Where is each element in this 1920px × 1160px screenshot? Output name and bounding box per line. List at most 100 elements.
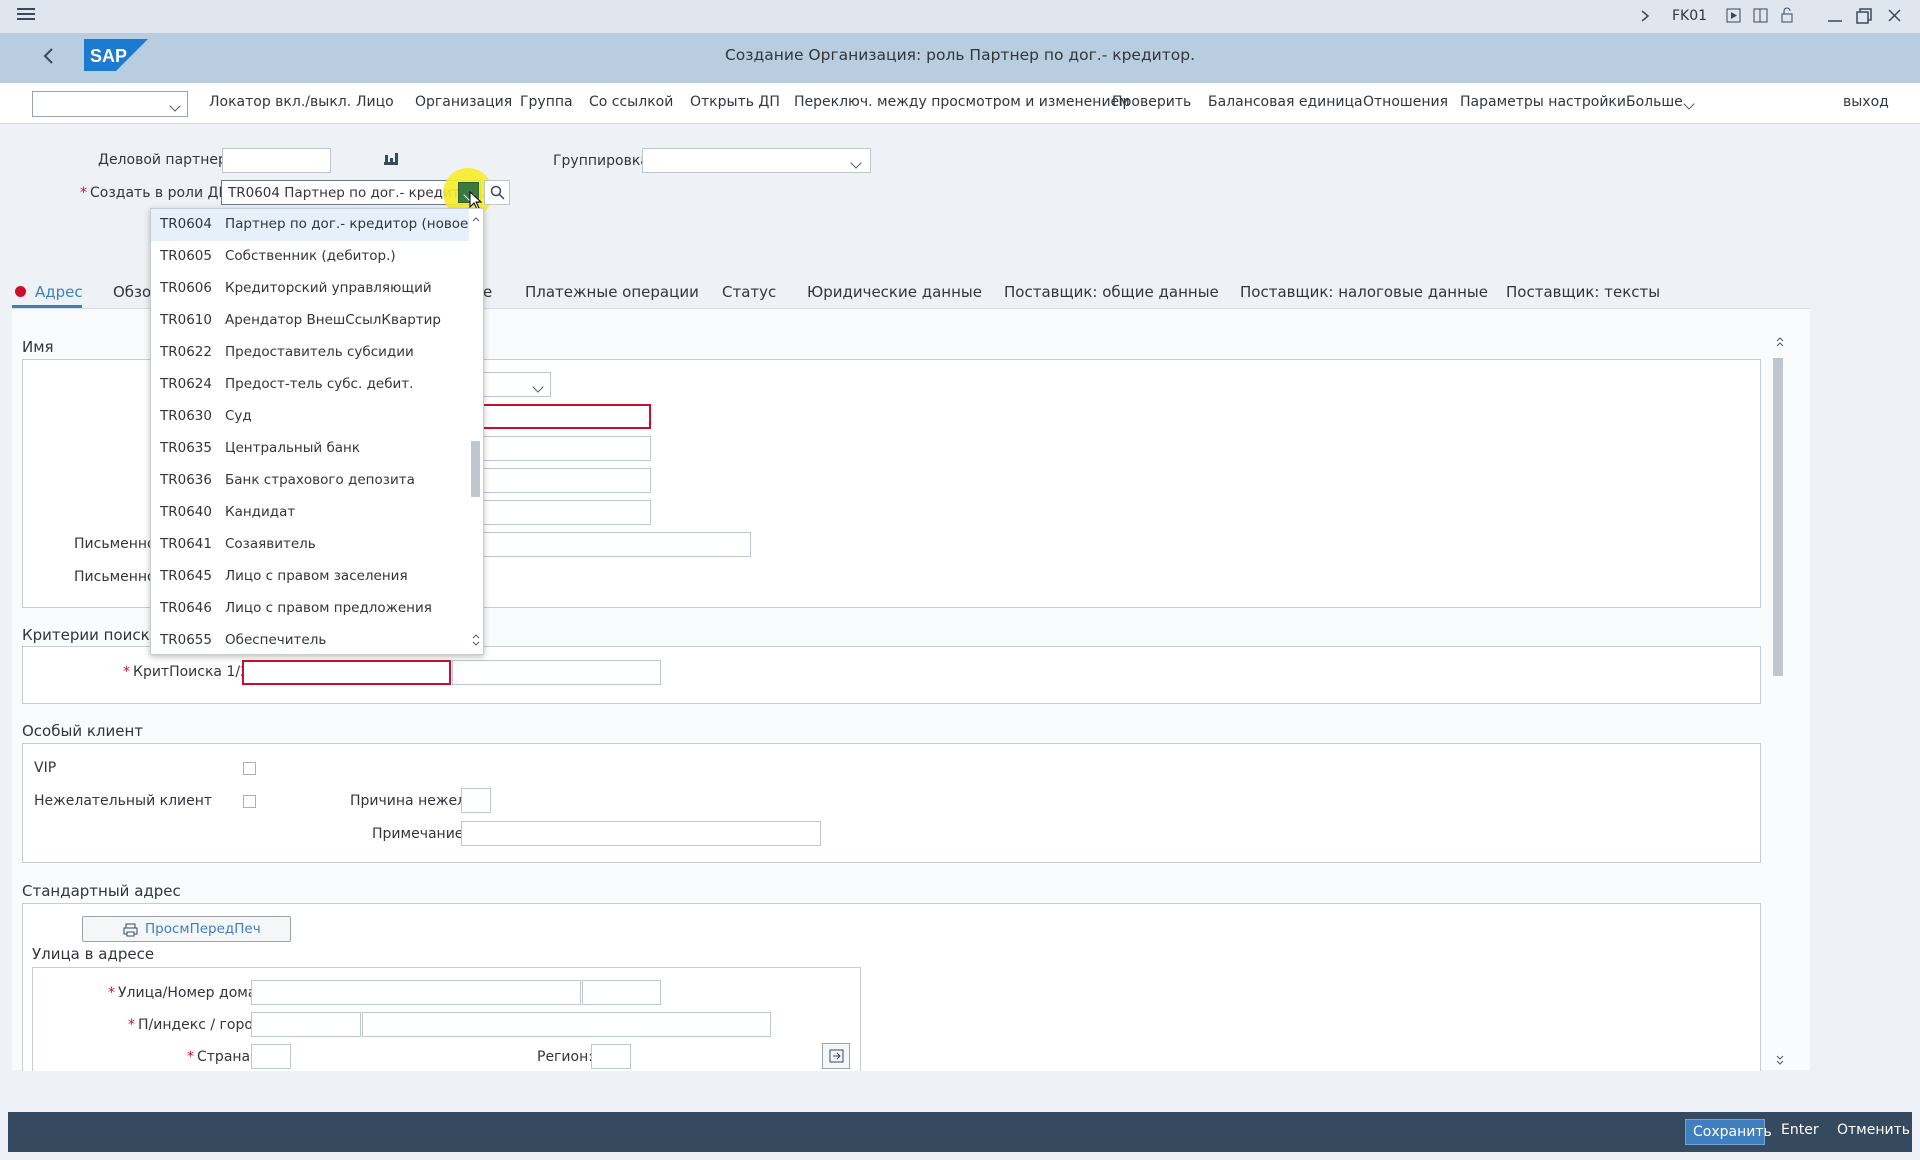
name2-input[interactable] [480,436,651,461]
chevron-down-icon [1683,96,1695,112]
layout-icon[interactable] [1753,8,1768,26]
role-option[interactable]: TR0624 Предост-тель субс. дебит. [151,369,469,401]
command-field[interactable] [32,91,188,117]
role-select[interactable]: TR0604 Партнер по дог.- кредитор... [221,180,489,205]
org-chart-icon[interactable] [383,152,399,169]
vip-label: VIP [34,760,57,776]
name4-input[interactable] [480,500,651,525]
tab-vendor-tax[interactable]: Поставщик: налоговые данные [1240,283,1488,301]
chevron-right-icon[interactable] [1640,9,1650,26]
reason-label: Причина нежел.: [350,793,476,809]
close-icon[interactable] [1887,8,1902,26]
role-option[interactable]: TR0622 Предоставитель субсидии [151,337,469,369]
tab-vendor-general[interactable]: Поставщик: общие данные [1004,283,1219,301]
search-icon [490,185,505,200]
unwanted-checkbox[interactable] [243,795,256,808]
address-section-title: Стандартный адрес [22,882,181,900]
search-term1-input[interactable] [242,660,451,685]
toolbar-open-bp[interactable]: Открыть ДП [690,94,780,110]
chevron-down-icon [850,155,862,171]
role-option[interactable]: TR0606 Кредиторский управляющий [151,273,469,305]
role-option[interactable]: TR0635 Центральный банк [151,433,469,465]
value-help-button[interactable] [484,180,510,205]
toolbar-with-reference[interactable]: Со ссылкой [589,94,673,110]
print-preview-label: ПросмПередПеч [145,921,261,937]
scrollbar[interactable] [1772,336,1784,1072]
tab-overview[interactable]: Обзо [113,283,151,301]
written-form1-input[interactable] [480,532,751,557]
grouping-label: Группировка: [553,153,654,169]
toolbar-check[interactable]: Проверить [1112,94,1191,110]
tab-vendor-texts[interactable]: Поставщик: тексты [1506,283,1660,301]
role-option[interactable]: TR0645 Лицо с правом заселения [151,561,469,593]
search-term-label: * КритПоиска 1/2: [123,664,254,680]
name1-input[interactable] [480,404,651,429]
toolbar-more[interactable]: Больше [1626,94,1683,110]
bp-input[interactable] [222,148,331,173]
country-input[interactable] [251,1044,291,1069]
maximize-icon[interactable] [1856,8,1872,27]
toolbar-person[interactable]: Лицо [356,94,394,110]
tab-address[interactable]: Адрес [35,283,83,301]
role-option[interactable]: TR0610 Арендатор ВнешСсылКвартир [151,305,469,337]
role-option[interactable]: TR0630 Суд [151,401,469,433]
vip-checkbox[interactable] [243,762,256,775]
toolbar-settings[interactable]: Параметры настройки [1460,94,1626,110]
name3-input[interactable] [480,468,651,493]
role-option[interactable]: TR0604 Партнер по дог.- кредитор (новое) [151,209,474,241]
scroll-down-icon[interactable] [472,632,480,652]
street-label: * Улица/Номер дома: [108,985,262,1001]
save-button[interactable]: Сохранить [1685,1119,1772,1145]
city-input[interactable] [362,1012,771,1037]
toolbar-balance-unit[interactable]: Балансовая единица [1208,94,1363,110]
run-icon[interactable] [1726,8,1741,26]
street-group-title: Улица в адресе [32,945,155,963]
toolbar-organization[interactable]: Организация [415,94,512,110]
dropdown-scroll-thumb[interactable] [471,441,480,497]
postal-code-input[interactable] [251,1012,361,1037]
unwanted-label: Нежелательный клиент [34,793,213,809]
title-select[interactable] [480,372,551,397]
tab-hidden[interactable]: е [483,283,492,301]
toolbar-locator[interactable]: Локатор вкл./выкл. [209,94,351,110]
scroll-down-icon[interactable] [1776,1054,1784,1070]
role-option[interactable]: TR0641 Созаявитель [151,529,469,561]
tab-legal[interactable]: Юридические данные [807,283,982,301]
toolbar-toggle-display-change[interactable]: Переключ. между просмотром и изменением [794,94,1130,110]
country-label: * Страна: [187,1049,255,1065]
role-option[interactable]: TR0646 Лицо с правом предложения [151,593,469,625]
minimize-icon[interactable] [1827,8,1843,27]
exit-button[interactable]: выход [1843,94,1889,110]
toolbar-group[interactable]: Группа [520,94,573,110]
footer-bar [8,1112,1912,1152]
enter-button[interactable]: Enter [1781,1122,1819,1138]
toolbar-relationships[interactable]: Отношения [1363,94,1448,110]
expand-icon [829,1049,844,1063]
cancel-button[interactable]: Отменить [1837,1122,1910,1138]
role-option[interactable]: TR0636 Банк страхового депозита [151,465,469,497]
region-input[interactable] [591,1044,631,1069]
scroll-up-icon[interactable] [1776,336,1784,352]
role-option[interactable]: TR0605 Собственник (дебитор.) [151,241,469,273]
scroll-thumb[interactable] [1773,358,1783,676]
street-input[interactable] [251,980,581,1005]
lock-icon[interactable] [1780,7,1796,26]
print-preview-button[interactable]: ПросмПередПеч [82,916,291,942]
tab-address-underline [12,305,82,308]
reason-input[interactable] [461,788,491,813]
special-section-title: Особый клиент [22,722,144,740]
address-details-button[interactable] [822,1043,850,1069]
role-label: * Создать в роли ДП: [80,185,234,201]
tab-payments[interactable]: Платежные операции [525,283,699,301]
back-icon[interactable] [42,47,54,68]
dropdown-scrollbar[interactable] [469,209,482,654]
role-option[interactable]: TR0655 Обеспечитель [151,625,469,657]
tab-status[interactable]: Статус [722,283,776,301]
hamburger-menu-icon[interactable] [17,7,35,21]
role-option[interactable]: TR0640 Кандидат [151,497,469,529]
scroll-up-icon[interactable] [472,211,480,227]
house-number-input[interactable] [582,980,661,1005]
search-term2-input[interactable] [452,660,661,685]
note-input[interactable] [461,821,821,846]
grouping-select[interactable] [642,148,871,173]
